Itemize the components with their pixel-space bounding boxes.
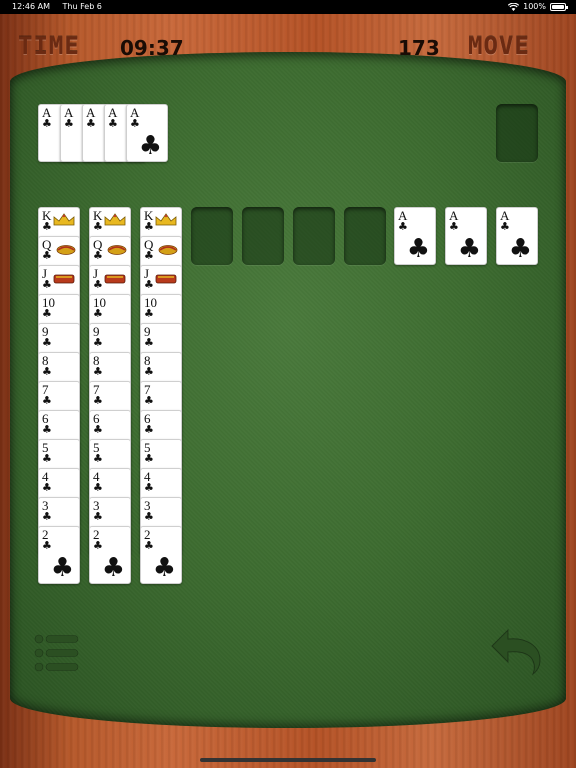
empty-column-slot[interactable]	[191, 207, 233, 265]
club-suit-icon: ♣	[144, 307, 154, 320]
club-suit-icon: ♣	[93, 510, 103, 523]
status-time: 12:46 AM	[12, 2, 50, 11]
club-suit-icon: ♣	[42, 452, 52, 465]
empty-column-slot[interactable]	[293, 207, 335, 265]
club-suit-icon: ♣	[93, 307, 103, 320]
club-suit-icon: ♣	[42, 539, 52, 552]
club-suit-icon: ♣	[144, 394, 154, 407]
club-suit-icon: ♣	[93, 394, 103, 407]
club-suit-icon: ♣	[64, 117, 74, 130]
waste-card[interactable]: A ♣ ♣	[126, 104, 168, 162]
club-suit-icon: ♣	[42, 307, 52, 320]
club-suit-icon: ♣	[93, 539, 103, 552]
club-suit-icon: ♣	[93, 220, 103, 233]
club-suit-icon: ♣	[42, 423, 52, 436]
club-suit-icon: ♣	[42, 117, 52, 130]
empty-column-slot[interactable]	[242, 207, 284, 265]
foundation-card[interactable]: A ♣ ♣	[394, 207, 436, 265]
club-suit-icon: ♣	[93, 336, 103, 349]
club-suit-icon: ♣	[508, 234, 532, 264]
club-suit-icon: ♣	[144, 336, 154, 349]
club-suit-icon: ♣	[406, 234, 430, 264]
club-suit-icon: ♣	[86, 117, 96, 130]
club-suit-icon: ♣	[144, 481, 154, 494]
club-suit-icon: ♣	[449, 220, 459, 233]
club-suit-icon: ♣	[398, 220, 408, 233]
club-suit-icon: ♣	[144, 510, 154, 523]
club-suit-icon: ♣	[93, 481, 103, 494]
club-suit-icon: ♣	[50, 553, 74, 583]
club-suit-icon: ♣	[42, 220, 52, 233]
foundation-card[interactable]: A ♣ ♣	[445, 207, 487, 265]
status-bar: 12:46 AM Thu Feb 6 100%	[0, 0, 576, 14]
wifi-icon	[508, 2, 520, 11]
tableau-card[interactable]: 2 ♣ ♣	[140, 526, 182, 584]
club-suit-icon: ♣	[42, 278, 52, 291]
club-suit-icon: ♣	[457, 234, 481, 264]
club-suit-icon: ♣	[144, 278, 154, 291]
home-indicator	[200, 758, 376, 762]
club-suit-icon: ♣	[144, 249, 154, 262]
club-suit-icon: ♣	[101, 553, 125, 583]
tableau-card[interactable]: 2 ♣ ♣	[38, 526, 80, 584]
time-value: 09:37	[120, 36, 184, 60]
club-suit-icon: ♣	[42, 394, 52, 407]
club-suit-icon: ♣	[144, 539, 154, 552]
undo-arrow-icon[interactable]	[488, 624, 544, 676]
status-date: Thu Feb 6	[62, 2, 102, 11]
club-suit-icon: ♣	[144, 423, 154, 436]
club-suit-icon: ♣	[42, 365, 52, 378]
time-label: TIME	[18, 32, 80, 60]
club-suit-icon: ♣	[93, 423, 103, 436]
club-suit-icon: ♣	[42, 249, 52, 262]
club-suit-icon: ♣	[108, 117, 118, 130]
club-suit-icon: ♣	[42, 481, 52, 494]
club-suit-icon: ♣	[130, 117, 140, 130]
foundation-card[interactable]: A ♣ ♣	[496, 207, 538, 265]
club-suit-icon: ♣	[144, 220, 154, 233]
stock-slot[interactable]	[496, 104, 538, 162]
move-count: 173	[398, 36, 440, 60]
club-suit-icon: ♣	[42, 510, 52, 523]
club-suit-icon: ♣	[138, 131, 162, 161]
club-suit-icon: ♣	[93, 365, 103, 378]
club-suit-icon: ♣	[500, 220, 510, 233]
menu-list-icon[interactable]	[34, 634, 80, 672]
club-suit-icon: ♣	[93, 452, 103, 465]
battery-icon	[550, 2, 568, 11]
tableau-card[interactable]: 2 ♣ ♣	[89, 526, 131, 584]
club-suit-icon: ♣	[93, 278, 103, 291]
club-suit-icon: ♣	[144, 365, 154, 378]
club-suit-icon: ♣	[152, 553, 176, 583]
move-label: MOVE	[468, 32, 530, 60]
club-suit-icon: ♣	[144, 452, 154, 465]
club-suit-icon: ♣	[93, 249, 103, 262]
empty-column-slot[interactable]	[344, 207, 386, 265]
club-suit-icon: ♣	[42, 336, 52, 349]
battery-percent: 100%	[523, 2, 546, 11]
